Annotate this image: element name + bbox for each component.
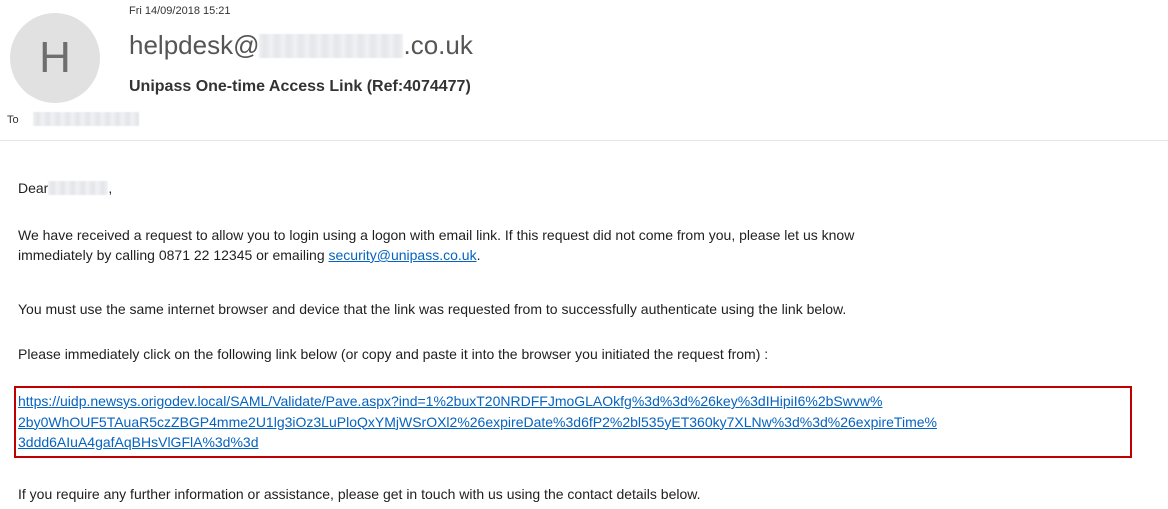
to-label: To [7,114,19,126]
paragraph-request-prefix: immediately by calling 0871 22 12345 or … [18,247,329,263]
security-email-link[interactable]: security@unipass.co.uk [329,247,477,263]
sender-address[interactable]: helpdesk@ .co.uk [129,30,473,61]
greeting-suffix: , [108,180,113,196]
paragraph-contact: If you require any further information o… [18,486,701,502]
paragraph-browser: You must use the same internet browser a… [18,301,847,317]
paragraph-instruction: Please immediately click on the followin… [18,346,769,362]
header-divider [0,140,1168,141]
greeting: Dear, [18,178,112,198]
paragraph-request-suffix: . [476,247,481,263]
email-header: H Fri 14/09/2018 15:21 helpdesk@ .co.uk U… [0,0,1168,140]
sender-prefix: helpdesk@ [129,30,260,60]
access-link-line1[interactable]: https://uidp.newsys.origodev.local/SAML/… [18,391,1118,412]
email-subject: Unipass One-time Access Link (Ref:407447… [129,78,471,95]
sender-suffix: .co.uk [403,30,473,60]
access-link[interactable]: https://uidp.newsys.origodev.local/SAML/… [18,391,1118,453]
sender-avatar: H [10,13,100,103]
greeting-prefix: Dear [18,180,49,196]
paragraph-request-line2: immediately by calling 0871 22 12345 or … [18,245,854,265]
access-link-line3[interactable]: 3ddd6AIuA4gafAqBHsVlGFlA%3d%3d [18,432,1118,453]
paragraph-request-line1: We have received a request to allow you … [18,227,855,243]
paragraph-request: We have received a request to allow you … [18,225,854,265]
access-link-line2[interactable]: 2by0WhOUF5TAuaR5czZBGP4mme2U1lg3iOz3LuPl… [18,412,1118,433]
redacted-recipient [33,112,139,126]
redacted-name [48,181,109,195]
redacted-domain [259,34,404,58]
sent-date: Fri 14/09/2018 15:21 [129,5,231,17]
